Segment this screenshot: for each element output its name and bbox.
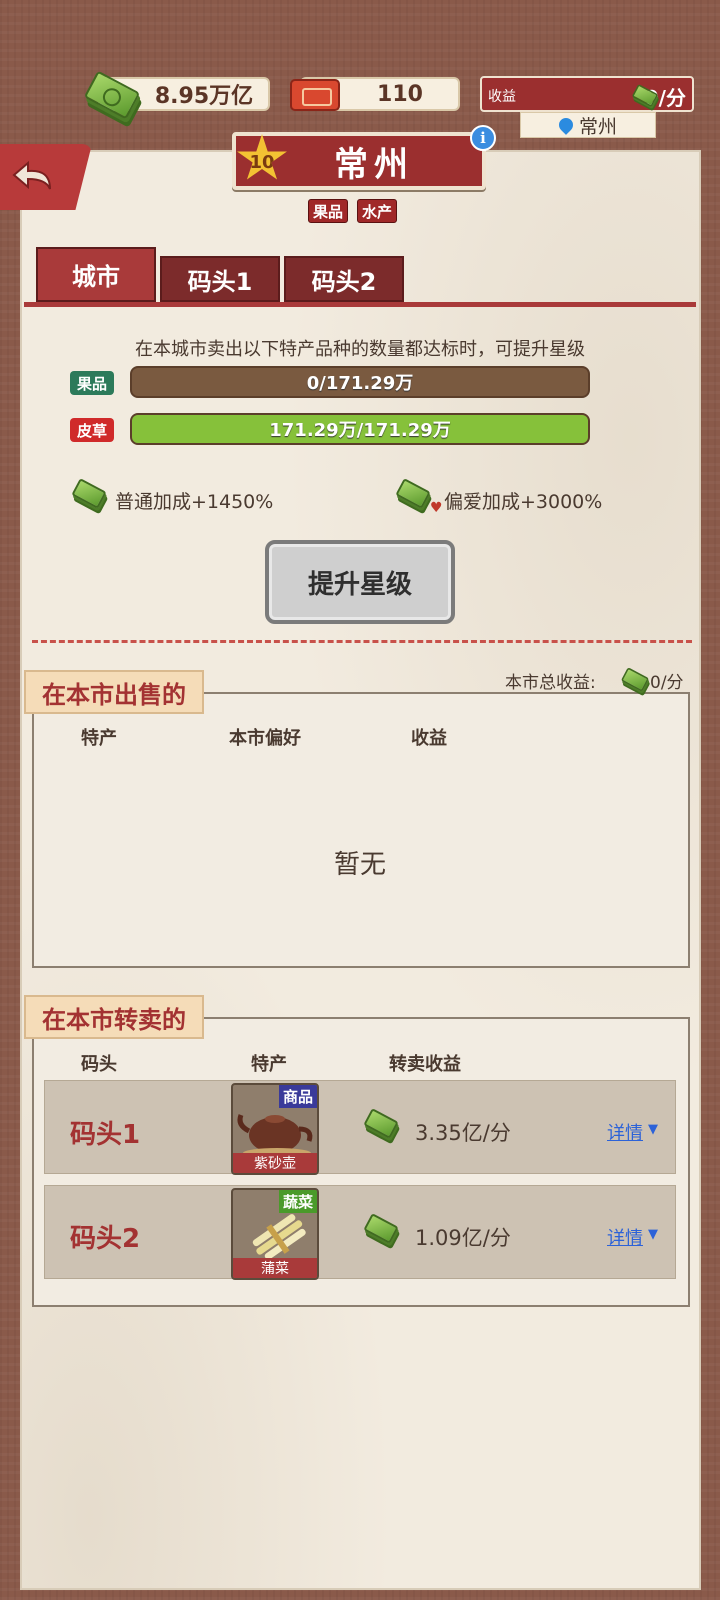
- caret-down-icon[interactable]: ▼: [648, 1227, 658, 1242]
- sell-col-income: 收益: [411, 728, 447, 749]
- resell-row-income: 1.09亿/分: [415, 1226, 511, 1250]
- resell-row-dock-name: 码头2: [70, 1224, 141, 1254]
- item-card-cattail[interactable]: 蔬菜 蒲菜: [231, 1188, 319, 1280]
- back-arrow-icon: [12, 160, 51, 190]
- tab-city[interactable]: 城市: [36, 247, 156, 302]
- req-category-fur: 皮草: [70, 418, 114, 442]
- ticket-icon: [290, 79, 340, 111]
- resell-section-title: 在本市转卖的: [24, 995, 204, 1039]
- sell-col-specialty: 特产: [81, 728, 117, 749]
- income-label: 收益: [488, 89, 516, 105]
- location-pin-icon: [556, 115, 576, 135]
- location-name: 常州: [578, 115, 617, 138]
- upgrade-requirement-text: 在本城市卖出以下特产品种的数量都达标时，可提升星级: [135, 339, 585, 360]
- info-icon[interactable]: i: [470, 125, 496, 151]
- sell-empty-text: 暂无: [333, 850, 386, 880]
- item-name: 蒲菜: [233, 1258, 317, 1278]
- city-total-income-value: 0/分: [650, 673, 684, 693]
- progress-bar-fur: 171.29万/171.29万: [130, 413, 590, 445]
- city-name: 常州: [334, 144, 414, 185]
- detail-link[interactable]: 详情: [607, 1119, 643, 1145]
- resell-col-dock: 码头: [81, 1054, 117, 1075]
- sell-section-title: 在本市出售的: [24, 670, 204, 714]
- tab-dock-2[interactable]: 码头2: [284, 256, 404, 302]
- item-category-badge: 蔬菜: [278, 1190, 317, 1213]
- tab-city-label: 城市: [72, 263, 120, 291]
- req-category-fruit: 果品: [70, 371, 114, 395]
- heart-icon: ♥: [430, 500, 443, 516]
- tab-dock-1[interactable]: 码头1: [160, 256, 280, 302]
- preferred-bonus-text: 偏爱加成+3000%: [444, 491, 603, 513]
- tab-underline: [24, 302, 696, 307]
- upgrade-star-button-label: 提升星级: [307, 569, 412, 600]
- divider: [32, 640, 692, 643]
- normal-bonus-text: 普通加成+1450%: [115, 491, 274, 513]
- income-display: 收益 0/分: [480, 76, 694, 112]
- item-name: 紫砂壶: [233, 1153, 317, 1173]
- item-category-badge: 商品: [278, 1085, 317, 1108]
- detail-link[interactable]: 详情: [607, 1224, 643, 1250]
- resell-row-income: 3.35亿/分: [415, 1121, 511, 1145]
- money-value: 8.95万亿: [154, 84, 254, 109]
- progress-bar-fruit: 0/171.29万: [130, 366, 590, 398]
- upgrade-star-button[interactable]: 提升星级: [265, 540, 455, 624]
- tab-dock-1-label: 码头1: [187, 267, 253, 296]
- resell-row-dock-name: 码头1: [70, 1120, 141, 1150]
- progress-text-fruit: 0/171.29万: [306, 373, 414, 394]
- location-badge[interactable]: 常州: [520, 112, 656, 138]
- item-card-teapot[interactable]: 商品 紫砂壶: [231, 1083, 319, 1175]
- progress-text-fur: 171.29万/171.29万: [269, 420, 451, 441]
- resell-col-income: 转卖收益: [389, 1054, 461, 1075]
- sell-col-preference: 本市偏好: [229, 728, 301, 749]
- city-tag-seafood: 水产: [357, 199, 398, 223]
- sell-section: [32, 692, 690, 968]
- city-tag-fruit: 果品: [308, 199, 349, 223]
- tab-dock-2-label: 码头2: [311, 267, 377, 296]
- ticket-value: 110: [377, 81, 423, 107]
- resell-col-specialty: 特产: [251, 1054, 287, 1075]
- city-total-income-label: 本市总收益:: [505, 673, 596, 693]
- caret-down-icon[interactable]: ▼: [648, 1122, 658, 1137]
